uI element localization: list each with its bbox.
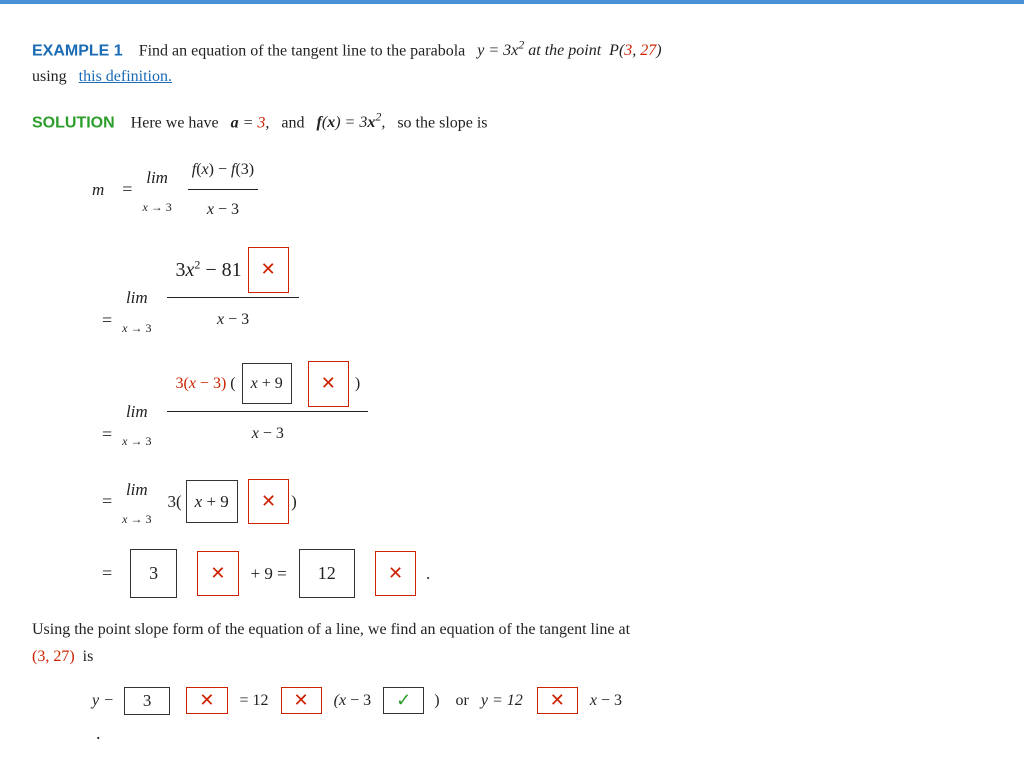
text-line1: Using the point slope form of the equati… (32, 621, 630, 638)
eq-sign-1: = (122, 170, 132, 210)
red-x-final3: ✕ (550, 690, 565, 710)
fraction-1: f(x) − f(3) x − 3 (188, 152, 258, 227)
lim-sub-4: x → 3 (122, 506, 151, 532)
a-val: a = 3, (231, 114, 270, 131)
red-x-2: ✕ (261, 259, 276, 279)
lim-text-1: lim (146, 159, 168, 196)
solution-section: SOLUTION Here we have a = 3, and f(x) = … (32, 110, 992, 132)
point-3: 3 (624, 42, 632, 59)
eq-row-4: = lim x → 3 3 ( x + 9 ✕ ) (92, 471, 992, 533)
text-block: Using the point slope form of the equati… (32, 616, 992, 670)
eq-row-1: m = lim x → 3 f(x) − f(3) x − 3 (92, 152, 992, 227)
numerator-1: f(x) − f(3) (188, 152, 258, 190)
is-text: is (83, 648, 94, 665)
red-factor: 3(x − 3) (175, 366, 226, 401)
red-x-5b: ✕ (388, 563, 403, 583)
box-12-5[interactable]: 12 (299, 549, 355, 599)
lim-text-2: lim (126, 279, 148, 316)
slope-text: so the slope is (397, 114, 487, 131)
close-paren-3: ) (355, 366, 360, 401)
lim-text-3: lim (126, 393, 148, 430)
denominator-3: x − 3 (244, 412, 292, 455)
period-5: . (426, 555, 430, 592)
lim-group-1: lim x → 3 (142, 159, 171, 221)
example-label: EXAMPLE 1 (32, 42, 123, 59)
lim-sub-2: x → 3 (122, 315, 151, 341)
box-xplus9-3[interactable]: x + 9 (242, 363, 292, 404)
denominator-1: x − 3 (203, 190, 243, 227)
box-x-5b[interactable]: ✕ (375, 551, 416, 597)
numerator-3: 3(x − 3) ( x + 9 ✕ ) (167, 357, 368, 412)
numerator-2: 3x2 − 81 ✕ (167, 243, 298, 298)
box-num-2[interactable]: ✕ (248, 247, 289, 293)
eq-row-3: = lim x → 3 3(x − 3) ( x + 9 ✕ ) x − 3 (92, 357, 992, 455)
lim-text-4: lim (126, 471, 148, 508)
close-paren-final: ) (434, 692, 439, 710)
close-paren-4: ) (291, 483, 297, 520)
red-x-final1: ✕ (199, 690, 214, 710)
final-box-x1[interactable]: ✕ (186, 687, 227, 714)
equals-12: = 12 (240, 692, 269, 710)
final-box-check[interactable]: ✓ (383, 687, 424, 714)
solution-label: SOLUTION (32, 114, 115, 131)
point-3-27: (3, 27) (32, 648, 75, 665)
fx-text: f(x) = 3x2, (317, 114, 386, 131)
eq-sign-2: = (102, 301, 112, 341)
math-block: m = lim x → 3 f(x) − f(3) x − 3 = lim x … (92, 152, 992, 598)
box-x-5a[interactable]: ✕ (197, 551, 238, 597)
red-x-3: ✕ (321, 373, 336, 393)
denominator-2: x − 3 (209, 298, 257, 341)
example-equation: y = 3x2 at the point P(3, 27) (477, 42, 661, 59)
open-paren: ( (230, 366, 235, 401)
lim-sub-1: x → 3 (142, 194, 171, 220)
using-text: using (32, 68, 67, 85)
red-x-4: ✕ (261, 491, 276, 511)
open-paren-4: ( (176, 483, 182, 520)
eq-row-5: = 3 ✕ + 9 = 12 ✕ . (92, 549, 992, 599)
y-eq-12: y = 12 (481, 692, 523, 710)
lim-group-4: lim x → 3 (122, 471, 151, 533)
green-check-icon: ✓ (396, 690, 411, 710)
lim-sub-3: x → 3 (122, 428, 151, 454)
x-minus-3: (x − 3 (334, 692, 371, 710)
x-minus-3-final: x − 3 (590, 692, 622, 710)
and-text: and (281, 114, 304, 131)
final-box-x2[interactable]: ✕ (281, 687, 322, 714)
coeff-4: 3 (167, 483, 176, 520)
plus9-eq: + 9 = (251, 555, 287, 592)
box-3-5[interactable]: 3 (130, 549, 177, 599)
lim-group-2: lim x → 3 (122, 279, 151, 341)
example-description: Find an equation of the tangent line to … (139, 42, 466, 59)
final-box-3[interactable]: 3 (124, 687, 171, 715)
example-header: EXAMPLE 1 Find an equation of the tangen… (32, 36, 992, 90)
final-eq-row: y − 3 ✕ = 12 ✕ (x − 3 ✓ ) or y = 12 ✕ x … (92, 687, 992, 715)
final-equation-section: y − 3 ✕ = 12 ✕ (x − 3 ✓ ) or y = 12 ✕ x … (92, 687, 992, 744)
red-x-5a: ✕ (210, 563, 225, 583)
y-minus-label: y − (92, 692, 114, 710)
m-label: m (92, 171, 104, 208)
final-dot: . (96, 723, 992, 744)
lim-group-3: lim x → 3 (122, 393, 151, 455)
box-xplus9-4[interactable]: x + 9 (186, 480, 238, 523)
num2-expr: 3x2 − 81 (175, 248, 241, 292)
fraction-2: 3x2 − 81 ✕ x − 3 (167, 243, 298, 341)
fraction-3: 3(x − 3) ( x + 9 ✕ ) x − 3 (167, 357, 368, 455)
definition-link[interactable]: this definition. (79, 68, 172, 85)
or-text: or (456, 692, 469, 710)
eq-sign-5: = (102, 554, 112, 594)
eq-sign-4: = (102, 482, 112, 522)
point-27: 27 (640, 42, 656, 59)
box-x-3[interactable]: ✕ (308, 361, 349, 407)
eq-row-2: = lim x → 3 3x2 − 81 ✕ x − 3 (92, 243, 992, 341)
red-x-final2: ✕ (294, 690, 309, 710)
eq-sign-3: = (102, 415, 112, 455)
final-box-x3[interactable]: ✕ (537, 687, 578, 714)
box-x-4[interactable]: ✕ (248, 479, 289, 525)
solution-text: Here we have (131, 114, 219, 131)
